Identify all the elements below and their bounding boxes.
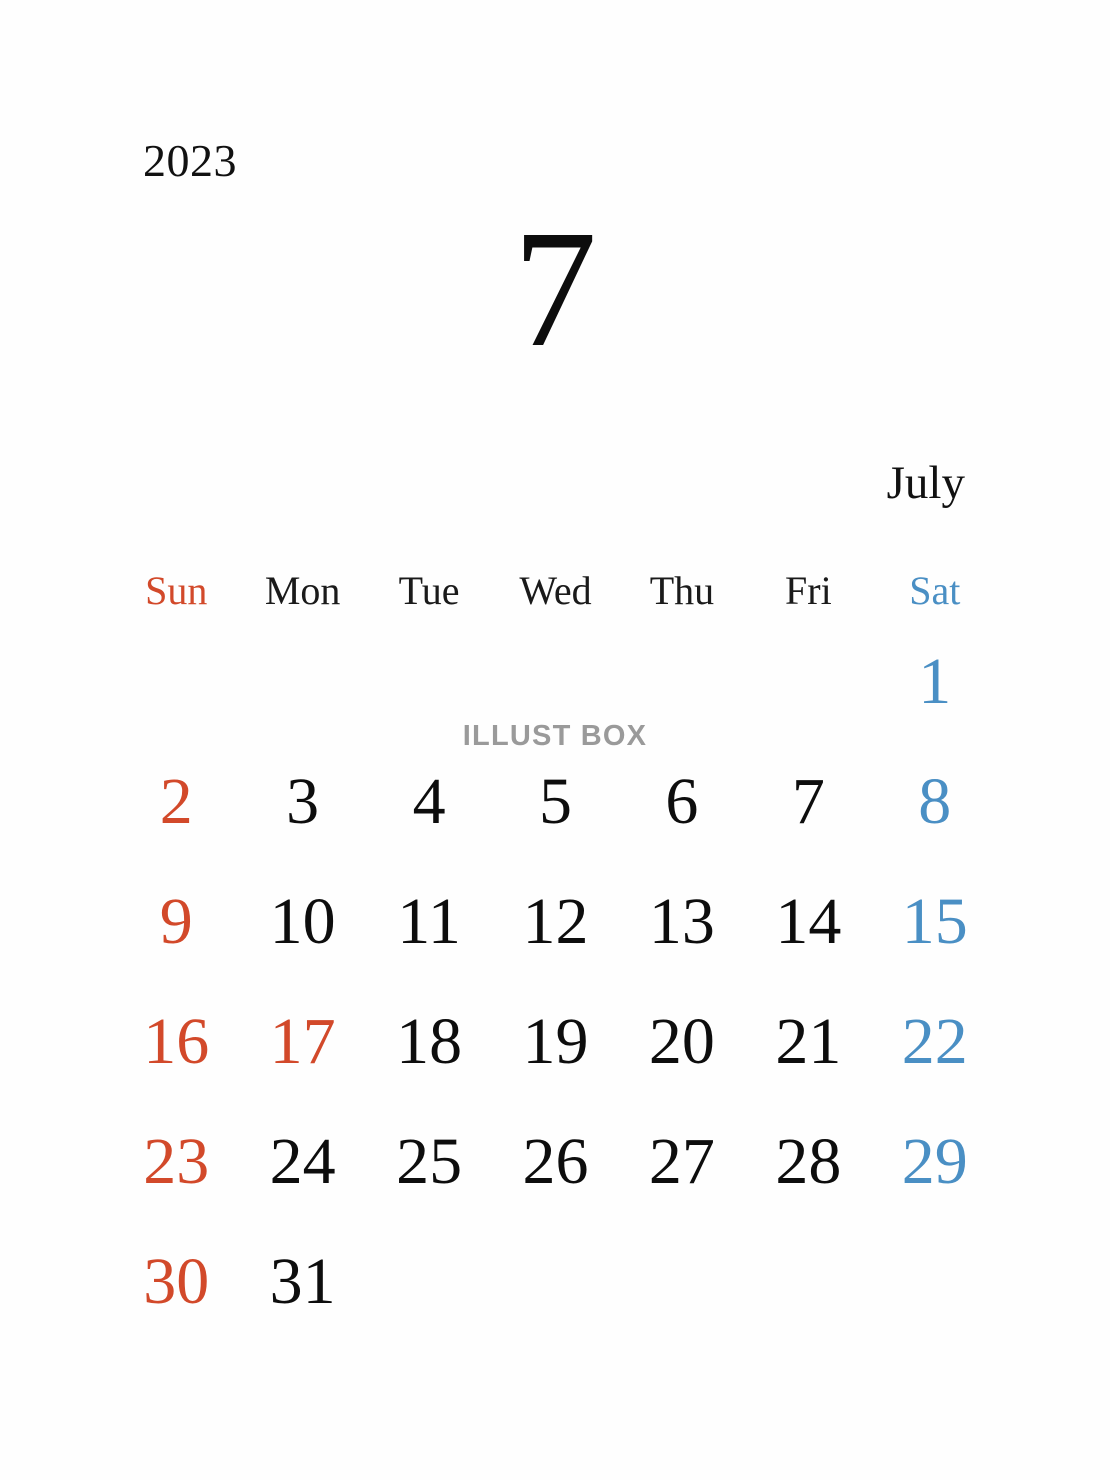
day-of-week-header-sat: Sat — [909, 568, 961, 613]
calendar-day-cell[interactable]: 3 — [239, 742, 365, 862]
day-of-week-header-sun: Sun — [145, 568, 208, 613]
calendar-day-cell[interactable]: 8 — [872, 742, 998, 862]
calendar-month-name: July — [886, 457, 965, 509]
calendar-day-cell[interactable]: 14 — [745, 862, 871, 982]
calendar-day-cell[interactable]: 27 — [619, 1102, 745, 1222]
calendar-day-cell[interactable]: 10 — [239, 862, 365, 982]
calendar-day-cell[interactable]: 16 — [113, 982, 239, 1102]
calendar-week-row: 16 17 18 19 20 21 22 — [113, 982, 998, 1102]
calendar-day-cell[interactable]: 20 — [619, 982, 745, 1102]
calendar-day-cell[interactable]: 28 — [745, 1102, 871, 1222]
calendar-week-row: 2345678 — [113, 742, 998, 862]
calendar-empty-cell — [492, 622, 618, 742]
calendar-day-cell[interactable]: 29 — [872, 1102, 998, 1222]
calendar-week-row: 30 31 — [113, 1222, 998, 1342]
calendar-day-cell[interactable]: 25 — [366, 1102, 492, 1222]
day-of-week-header-wed: Wed — [519, 568, 592, 613]
calendar-day-cell[interactable]: 21 — [745, 982, 871, 1102]
calendar-day-cell[interactable]: 17 — [239, 982, 365, 1102]
calendar-empty-cell — [619, 622, 745, 742]
calendar-day-cell[interactable]: 19 — [492, 982, 618, 1102]
calendar-empty-cell — [745, 1222, 871, 1342]
calendar-day-cell[interactable]: 13 — [619, 862, 745, 982]
calendar-day-cell[interactable]: 24 — [239, 1102, 365, 1222]
calendar-page: 2023 7 July ILLUST BOX Sun Mon Tue Wed Thu Fr… — [0, 0, 1110, 1480]
calendar-weeks: 1 2 3 4 5 6 7 8 9 10 11 12 13 14 15 16 17 18 19 20 21 22 23 24 2… — [113, 622, 998, 1342]
calendar-empty-cell — [492, 1222, 618, 1342]
calendar-empty-cell — [745, 622, 871, 742]
calendar-empty-cell — [872, 1222, 998, 1342]
calendar-day-cell[interactable]: 18 — [366, 982, 492, 1102]
calendar-week-row: 9 10 11 12 13 14 15 — [113, 862, 998, 982]
calendar-day-cell[interactable]: 11 — [366, 862, 492, 982]
calendar-empty-cell — [366, 1222, 492, 1342]
calendar-empty-cell — [619, 1222, 745, 1342]
calendar-day-cell[interactable]: 23 — [113, 1102, 239, 1222]
day-of-week-header-thu: Thu — [649, 568, 715, 613]
day-of-week-header-tue: Tue — [398, 568, 460, 613]
calendar-week-row: 23 24 25 26 27 28 29 — [113, 1102, 998, 1222]
day-of-week-header-fri: Fri — [785, 568, 832, 613]
day-of-week-header-row: Sun Mon Tue Wed Thu Fri Sat — [113, 560, 998, 622]
calendar-month-number: 7 — [513, 196, 597, 382]
calendar-day-cell[interactable]: 5 — [492, 742, 618, 862]
calendar-day-cell[interactable]: 1 — [872, 622, 998, 742]
day-of-week-header-mon: Mon — [264, 568, 341, 613]
calendar-day-cell[interactable]: 9 — [113, 862, 239, 982]
calendar-empty-cell — [113, 622, 239, 742]
calendar-day-cell[interactable]: 7 — [745, 742, 871, 862]
calendar-week-row: 1 — [113, 622, 998, 742]
calendar-day-cell[interactable]: 6 — [619, 742, 745, 862]
calendar-year: 2023 — [143, 135, 237, 186]
calendar-day-cell[interactable]: 4 — [366, 742, 492, 862]
calendar-day-cell[interactable]: 26 — [492, 1102, 618, 1222]
calendar-empty-cell — [239, 622, 365, 742]
calendar-empty-cell — [366, 622, 492, 742]
calendar-day-cell[interactable]: 15 — [872, 862, 998, 982]
calendar-day-cell[interactable]: 2 — [113, 742, 239, 862]
calendar-grid: Sun Mon Tue Wed Thu Fri Sat 1 2 3 4 5 6 7 8 9 10 11 12 13 1… — [113, 560, 998, 1342]
calendar-day-cell[interactable]: 12 — [492, 862, 618, 982]
calendar-day-cell[interactable]: 22 — [872, 982, 998, 1102]
calendar-day-cell[interactable]: 31 — [239, 1222, 365, 1342]
calendar-day-cell[interactable]: 30 — [113, 1222, 239, 1342]
